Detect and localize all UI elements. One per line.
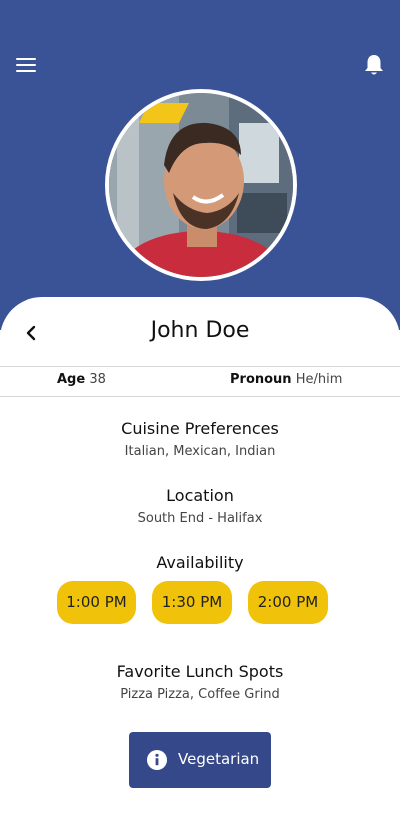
info-icon [147, 750, 167, 770]
avatar [105, 89, 297, 281]
pronoun-label: Pronoun [230, 372, 292, 387]
location-value: South End - Halifax [137, 511, 263, 526]
vegetarian-label: Vegetarian [178, 750, 260, 768]
lunch-spots-title: Favorite Lunch Spots [116, 662, 284, 681]
cuisine-title: Cuisine Preferences [121, 419, 279, 438]
cuisine-section: Cuisine Preferences Italian, Mexican, In… [0, 419, 400, 459]
availability-slot[interactable]: 2:00 PM [248, 581, 328, 624]
age-label: Age [57, 372, 86, 387]
availability-slot[interactable]: 1:00 PM [57, 581, 136, 624]
availability-slot[interactable]: 1:30 PM [152, 581, 232, 624]
pronoun-info: Pronoun He/him [230, 372, 342, 387]
availability-title: Availability [156, 553, 244, 572]
age-value: 38 [89, 372, 106, 387]
profile-info-row: Age 38 Pronoun He/him [0, 366, 400, 397]
hamburger-menu-icon[interactable] [16, 56, 36, 74]
location-title: Location [166, 486, 234, 505]
cuisine-value: Italian, Mexican, Indian [124, 444, 276, 459]
age-info: Age 38 [57, 372, 106, 387]
availability-section: Availability [0, 553, 400, 572]
location-section: Location South End - Halifax [0, 486, 400, 526]
vegetarian-button[interactable]: Vegetarian [129, 732, 271, 788]
profile-name: John Doe [150, 318, 250, 343]
profile-header [0, 0, 400, 330]
lunch-spots-value: Pizza Pizza, Coffee Grind [120, 687, 280, 702]
bell-icon[interactable] [363, 53, 385, 77]
avatar-photo [109, 93, 293, 277]
lunch-spots-section: Favorite Lunch Spots Pizza Pizza, Coffee… [0, 662, 400, 702]
pronoun-value: He/him [295, 372, 343, 387]
